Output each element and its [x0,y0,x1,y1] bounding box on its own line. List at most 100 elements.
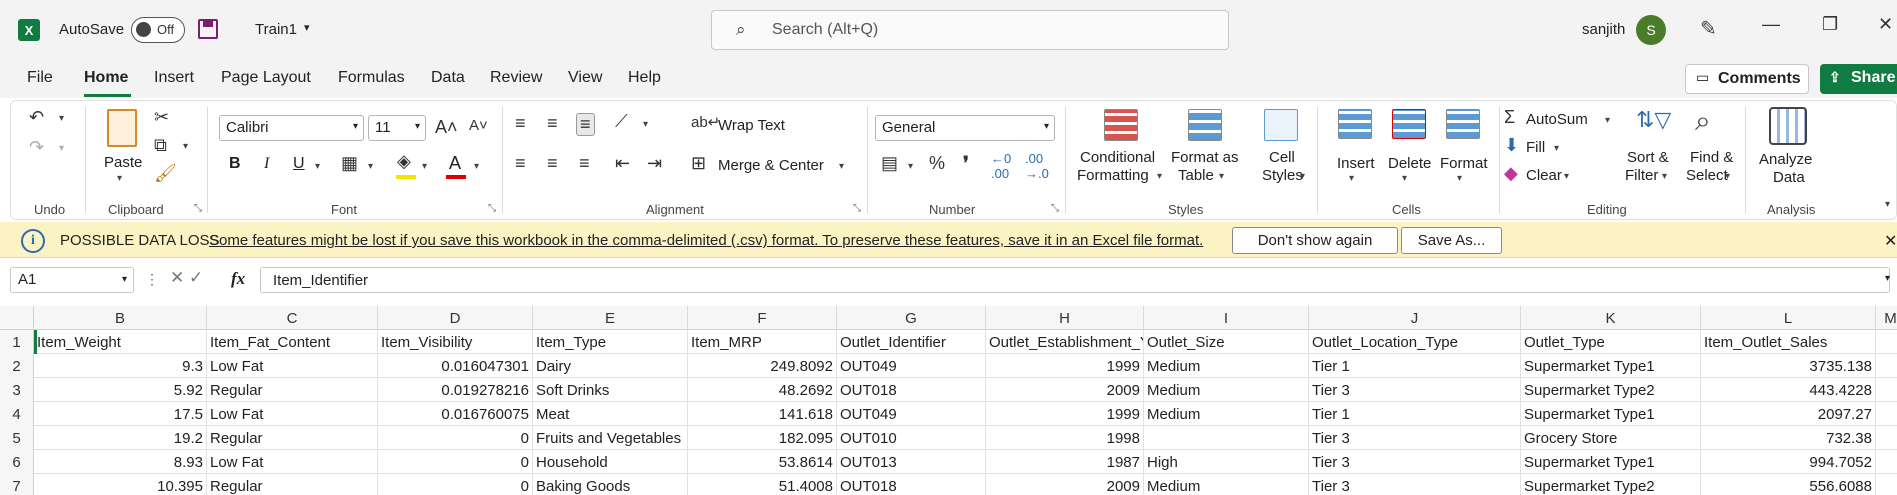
clear-icon[interactable]: ◆ [1504,163,1518,184]
align-right-icon[interactable]: ≡ [579,153,590,174]
cell-e1[interactable]: Item_Type [533,330,688,354]
cell-e4[interactable]: Meat [533,402,688,426]
tab-data[interactable]: Data [431,69,465,87]
row-header[interactable]: 1 [0,330,34,354]
column-header-e[interactable]: E [533,306,688,330]
sort-filter-label-2[interactable]: Filter [1625,167,1658,184]
cell-h2[interactable]: 1999 [986,354,1144,378]
underline-dropdown-icon[interactable]: ▾ [315,161,320,172]
wrap-text-button[interactable]: Wrap Text [718,117,785,134]
cell-d1[interactable]: Item_Visibility [378,330,533,354]
cell-j1[interactable]: Outlet_Location_Type [1309,330,1521,354]
infobar-message-link[interactable]: Some features might be lost if you save … [209,232,1203,249]
chevron-down-icon[interactable]: ▾ [1157,171,1162,182]
align-bottom-icon[interactable]: ≡ [576,113,595,136]
cut-icon[interactable]: ✂ [154,107,169,128]
cell-l4[interactable]: 2097.27 [1701,402,1876,426]
align-middle-icon[interactable]: ≡ [547,113,558,134]
chevron-down-icon[interactable]: ▾ [1725,171,1730,182]
font-color-dropdown-icon[interactable]: ▾ [474,161,479,172]
tab-insert[interactable]: Insert [154,69,194,87]
cell-f6[interactable]: 53.8614 [688,450,837,474]
percent-icon[interactable]: % [929,153,945,174]
sort-filter-label-1[interactable]: Sort & [1627,149,1669,166]
conditional-formatting-label-2[interactable]: Formatting [1077,167,1149,184]
comments-button[interactable]: ▭ Comments [1685,64,1809,94]
align-top-icon[interactable]: ≡ [515,113,526,134]
cell-i1[interactable]: Outlet_Size [1144,330,1309,354]
decrease-font-size-icon[interactable]: A˅ [469,117,488,134]
chevron-down-icon[interactable]: ▾ [1457,173,1462,184]
cell-j4[interactable]: Tier 1 [1309,402,1521,426]
save-icon[interactable] [198,19,218,39]
cell-f4[interactable]: 141.618 [688,402,837,426]
tab-view[interactable]: View [568,69,602,87]
cell-h1[interactable]: Outlet_Establishment_Year [986,330,1144,354]
chevron-down-icon[interactable]: ▾ [1662,171,1667,182]
cell-i5[interactable] [1144,426,1309,450]
autosum-icon[interactable]: Σ [1504,107,1515,128]
fill-label[interactable]: Fill [1526,139,1545,156]
italic-icon[interactable]: I [264,155,269,173]
cell-f3[interactable]: 48.2692 [688,378,837,402]
cell-g6[interactable]: OUT013 [837,450,986,474]
cell-m3[interactable] [1876,378,1897,402]
tab-review[interactable]: Review [490,69,542,87]
avatar[interactable]: S [1636,15,1666,45]
cell-d5[interactable]: 0 [378,426,533,450]
cell-k3[interactable]: Supermarket Type2 [1521,378,1701,402]
merge-center-button[interactable]: Merge & Center [718,157,824,174]
cell-l3[interactable]: 443.4228 [1701,378,1876,402]
cell-g7[interactable]: OUT018 [837,474,986,495]
analyze-data-icon[interactable] [1769,107,1807,145]
cell-l7[interactable]: 556.6088 [1701,474,1876,495]
chevron-down-icon[interactable]: ▾ [1605,115,1610,126]
cell-h6[interactable]: 1987 [986,450,1144,474]
fill-icon[interactable]: ⬇ [1504,135,1519,156]
cell-h4[interactable]: 1999 [986,402,1144,426]
row-header[interactable]: 7 [0,474,34,495]
cell-l1[interactable]: Item_Outlet_Sales [1701,330,1876,354]
more-options-icon[interactable]: ⋮ [145,271,159,288]
autosave-toggle[interactable]: Off [131,17,185,43]
cell-e3[interactable]: Soft Drinks [533,378,688,402]
chevron-down-icon[interactable]: ▾ [1219,171,1224,182]
delete-cells-label[interactable]: Delete [1388,155,1431,172]
cell-styles-label-2[interactable]: Styles [1262,167,1303,184]
cell-g4[interactable]: OUT049 [837,402,986,426]
cell-m2[interactable] [1876,354,1897,378]
tab-file[interactable]: File [27,69,53,87]
cell-e6[interactable]: Household [533,450,688,474]
cell-f7[interactable]: 51.4008 [688,474,837,495]
cell-c7[interactable]: Regular [207,474,378,495]
designer-pen-icon[interactable]: ✎ [1700,16,1717,41]
cell-l6[interactable]: 994.7052 [1701,450,1876,474]
cell-i7[interactable]: Medium [1144,474,1309,495]
column-header-g[interactable]: G [837,306,986,330]
autosum-label[interactable]: AutoSum [1526,111,1588,128]
collapse-ribbon-icon[interactable]: ▾ [1885,199,1890,210]
cell-g1[interactable]: Outlet_Identifier [837,330,986,354]
restore-icon[interactable]: ❐ [1822,14,1838,35]
cell-l2[interactable]: 3735.138 [1701,354,1876,378]
cell-b6[interactable]: 8.93 [34,450,207,474]
chevron-down-icon[interactable]: ▾ [1349,173,1354,184]
format-cells-icon[interactable] [1446,109,1480,139]
clear-label[interactable]: Clear [1526,167,1562,184]
align-center-icon[interactable]: ≡ [547,153,558,174]
increase-font-size-icon[interactable]: A˄ [435,117,458,138]
align-left-icon[interactable]: ≡ [515,153,526,174]
row-header[interactable]: 3 [0,378,34,402]
cell-j5[interactable]: Tier 3 [1309,426,1521,450]
cell-e2[interactable]: Dairy [533,354,688,378]
cell-l5[interactable]: 732.38 [1701,426,1876,450]
cell-j7[interactable]: Tier 3 [1309,474,1521,495]
cell-b4[interactable]: 17.5 [34,402,207,426]
row-header[interactable]: 5 [0,426,34,450]
alignment-launcher-icon[interactable]: ⤡ [853,203,861,214]
insert-cells-icon[interactable] [1338,109,1372,139]
column-header-f[interactable]: F [688,306,837,330]
accounting-format-icon[interactable]: ▤ [881,153,898,174]
row-header[interactable]: 6 [0,450,34,474]
number-format-select[interactable]: General ▾ [875,115,1055,141]
